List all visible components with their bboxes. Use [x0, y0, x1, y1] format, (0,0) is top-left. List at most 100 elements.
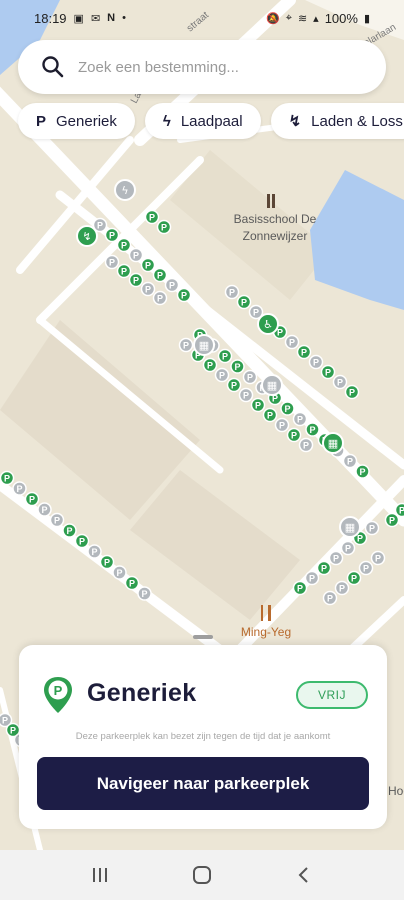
free-parking-spot-marker[interactable]: P [24, 491, 40, 507]
special-spot-marker[interactable]: ↯ [76, 225, 98, 247]
occupied-parking-spot-marker[interactable]: P [87, 544, 102, 559]
free-parking-spot-marker[interactable]: P [346, 570, 362, 586]
free-parking-spot-marker[interactable]: P [99, 554, 115, 570]
free-parking-spot-marker[interactable]: P [116, 237, 132, 253]
occupied-parking-spot-marker[interactable]: P [128, 247, 144, 263]
special-spot-marker[interactable]: ▦ [261, 374, 283, 396]
svg-text:ϟ: ϟ [121, 184, 128, 197]
svg-text:P: P [79, 537, 85, 547]
occupied-parking-spot-marker[interactable]: P [308, 354, 324, 370]
svg-text:P: P [157, 271, 163, 281]
occupied-parking-spot-marker[interactable]: P [298, 437, 314, 453]
svg-text:P: P [207, 361, 213, 371]
filter-chips: P Generiek ϟ Laadpaal ↯ Laden & Loss [18, 103, 404, 139]
navigate-button[interactable]: Navigeer naar parkeerplek [37, 757, 369, 810]
search-bar[interactable] [18, 40, 386, 94]
occupied-parking-spot-marker[interactable]: P [358, 560, 374, 576]
free-parking-spot-marker[interactable]: P [384, 512, 400, 528]
home-icon[interactable] [191, 864, 213, 886]
free-parking-spot-marker[interactable]: P [104, 227, 120, 243]
chip-label: Generiek [56, 112, 117, 130]
occupied-parking-spot-marker[interactable]: P [304, 570, 320, 586]
free-parking-spot-marker[interactable]: P [128, 272, 144, 288]
occupied-parking-spot-marker[interactable]: P [364, 520, 380, 536]
sheet-drag-handle[interactable] [193, 635, 213, 639]
free-parking-spot-marker[interactable]: P [262, 407, 278, 423]
free-parking-spot-marker[interactable]: P [176, 287, 192, 303]
special-spot-marker[interactable]: ▦ [322, 432, 344, 454]
special-spot-marker[interactable]: ▦ [339, 516, 361, 538]
free-parking-spot-marker[interactable]: P [316, 560, 332, 576]
svg-text:P: P [2, 716, 8, 726]
search-input[interactable] [78, 58, 348, 76]
free-parking-spot-marker[interactable]: P [280, 401, 295, 416]
chip-laadpaal[interactable]: ϟ Laadpaal [144, 103, 261, 139]
free-parking-spot-marker[interactable]: P [62, 523, 77, 538]
free-parking-spot-marker[interactable]: P [140, 257, 156, 273]
occupied-parking-spot-marker[interactable]: P [104, 254, 120, 270]
occupied-parking-spot-marker[interactable]: P [12, 481, 27, 496]
occupied-parking-spot-marker[interactable]: P [112, 565, 127, 580]
occupied-parking-spot-marker[interactable]: P [224, 284, 240, 300]
special-spot-marker[interactable]: ♿ [257, 313, 279, 335]
free-parking-spot-marker[interactable]: P [286, 427, 302, 443]
free-parking-spot-marker[interactable]: P [355, 464, 370, 479]
occupied-parking-spot-marker[interactable]: P [322, 590, 338, 606]
svg-text:P: P [369, 524, 375, 534]
occupied-parking-spot-marker[interactable]: P [140, 281, 156, 297]
map-label-restaurant: Ming-Yeg [241, 625, 291, 639]
free-parking-spot-marker[interactable]: P [230, 359, 245, 374]
occupied-parking-spot-marker[interactable]: P [274, 417, 290, 433]
free-parking-spot-marker[interactable]: P [152, 267, 168, 283]
free-parking-spot-marker[interactable]: P [217, 348, 233, 364]
free-parking-spot-marker[interactable]: P [236, 294, 252, 310]
occupied-parking-spot-marker[interactable]: P [334, 580, 350, 596]
chip-generiek[interactable]: P Generiek [18, 103, 135, 139]
svg-text:P: P [345, 544, 351, 554]
occupied-parking-spot-marker[interactable]: P [164, 277, 180, 293]
occupied-parking-spot-marker[interactable]: P [332, 374, 348, 390]
free-parking-spot-marker[interactable]: P [344, 384, 360, 400]
free-parking-spot-marker[interactable]: P [394, 502, 404, 518]
free-parking-spot-marker[interactable]: P [0, 470, 15, 486]
free-parking-spot-marker[interactable]: P [156, 219, 172, 235]
occupied-parking-spot-marker[interactable]: P [49, 512, 65, 528]
free-parking-spot-marker[interactable]: P [320, 364, 336, 380]
occupied-parking-spot-marker[interactable]: P [242, 369, 258, 385]
occupied-parking-spot-marker[interactable]: P [152, 290, 168, 306]
free-parking-spot-marker[interactable]: P [202, 357, 218, 373]
special-spot-marker[interactable]: ▦ [193, 334, 215, 356]
occupied-parking-spot-marker[interactable]: P [340, 540, 356, 556]
signal-icon: ▴ [313, 12, 319, 25]
svg-text:P: P [133, 251, 139, 261]
svg-text:P: P [54, 683, 63, 698]
special-spot-marker[interactable]: ϟ [114, 179, 136, 201]
svg-text:P: P [16, 484, 22, 494]
free-parking-spot-marker[interactable]: P [116, 263, 132, 279]
recents-icon[interactable] [90, 865, 110, 885]
occupied-parking-spot-marker[interactable]: P [292, 411, 308, 427]
back-icon[interactable] [294, 865, 314, 885]
free-parking-spot-marker[interactable]: P [296, 344, 312, 360]
svg-text:P: P [399, 506, 404, 516]
occupied-parking-spot-marker[interactable]: P [238, 387, 254, 403]
occupied-parking-spot-marker[interactable]: P [328, 550, 344, 566]
occupied-parking-spot-marker[interactable]: P [370, 550, 386, 566]
free-parking-spot-marker[interactable]: P [74, 533, 90, 549]
chip-laden-lossen[interactable]: ↯ Laden & Loss [270, 103, 404, 139]
free-parking-spot-marker[interactable]: P [250, 397, 266, 413]
occupied-parking-spot-marker[interactable]: P [284, 334, 300, 350]
svg-text:P: P [109, 258, 115, 268]
spot-detail-sheet[interactable]: P Generiek VRIJ Deze parkeerplek kan bez… [19, 635, 387, 829]
occupied-parking-spot-marker[interactable]: P [178, 337, 194, 353]
occupied-parking-spot-marker[interactable]: P [342, 453, 358, 469]
mail-icon: ✉ [90, 12, 101, 25]
free-parking-spot-marker[interactable]: P [226, 377, 242, 393]
occupied-parking-spot-marker[interactable]: P [137, 586, 152, 601]
occupied-parking-spot-marker[interactable]: P [37, 502, 52, 517]
free-parking-spot-marker[interactable]: P [144, 209, 160, 225]
free-parking-spot-marker[interactable]: P [124, 575, 140, 591]
free-parking-spot-marker[interactable]: P [305, 422, 320, 437]
occupied-parking-spot-marker[interactable]: P [214, 367, 230, 383]
free-parking-spot-marker[interactable]: P [292, 580, 308, 596]
